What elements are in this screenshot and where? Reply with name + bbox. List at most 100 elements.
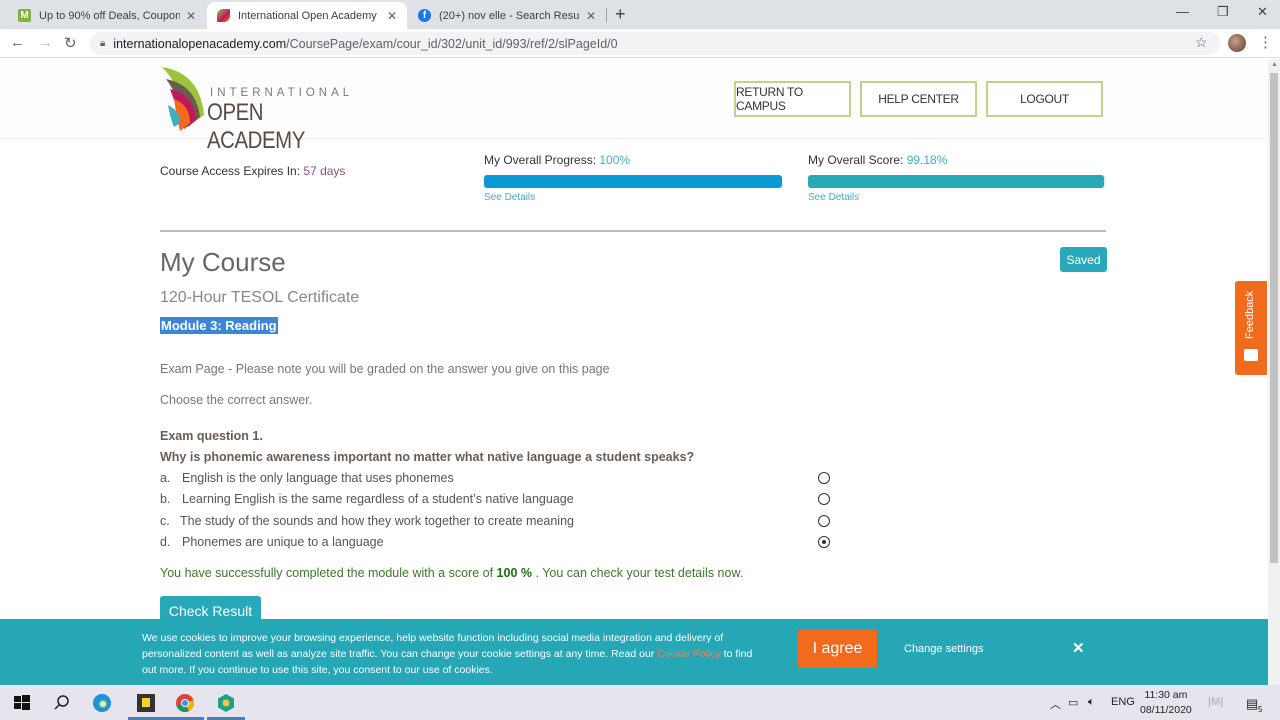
language-indicator[interactable]: ENG: [1111, 696, 1135, 708]
ioa-icon: [217, 9, 230, 22]
certificate-title: 120-Hour TESOL Certificate: [160, 289, 360, 306]
taskbar-clock[interactable]: 11:30 am 08/11/2020: [1140, 688, 1192, 718]
option-text: English is the only language that uses p…: [182, 471, 454, 485]
answer-option-b[interactable]: b. Learning English is the same regardle…: [160, 492, 574, 506]
success-message: You have successfully completed the modu…: [160, 566, 743, 580]
volume-icon[interactable]: 🔈︎: [1088, 696, 1095, 709]
cookie-text-before: We use cookies to improve your browsing …: [142, 632, 724, 660]
option-letter: d.: [160, 535, 171, 549]
tab-facebook[interactable]: f (20+) nov elle - Search Results | ✕: [408, 2, 606, 29]
score-value: 99.18%: [906, 153, 948, 167]
radio-option-d[interactable]: [818, 536, 830, 548]
radio-option-b[interactable]: [818, 493, 830, 505]
overall-progress: My Overall Progress: 100%: [484, 153, 630, 167]
app-tray-m-icon[interactable]: |M|: [1208, 696, 1223, 708]
windows-start-icon[interactable]: [12, 693, 32, 713]
address-toolbar: ← → ↻ 🔒︎ internationalopenacademy.com/Co…: [0, 29, 1280, 58]
module-title: Module 3: Reading: [160, 317, 278, 334]
tray-chevron-up-icon[interactable]: ︿: [1050, 696, 1061, 712]
score-label: My Overall Score:: [808, 153, 904, 167]
maximize-button[interactable]: ❐: [1217, 4, 1229, 20]
return-to-campus-button[interactable]: RETURN TO CAMPUS: [734, 81, 851, 117]
feedback-tab[interactable]: Feedback: [1235, 281, 1267, 375]
notification-count: 5: [1258, 705, 1263, 714]
cookie-close-icon[interactable]: ✕: [1072, 639, 1085, 657]
tab-title: (20+) nov elle - Search Results |: [439, 9, 580, 22]
progress-see-details-link[interactable]: See Details: [484, 192, 535, 203]
option-text: Learning English is the same regardless …: [182, 492, 574, 506]
search-icon[interactable]: [52, 693, 72, 713]
close-window-button[interactable]: ✕: [1257, 4, 1268, 20]
tab-title: Up to 90% off Deals, Coupons &: [39, 9, 180, 22]
reload-button[interactable]: ↻: [64, 34, 77, 52]
section-divider: [160, 230, 1106, 232]
sticky-notes-icon[interactable]: [136, 693, 156, 713]
radio-option-a[interactable]: [818, 472, 830, 484]
score-bar: [808, 175, 1106, 188]
close-tab-icon[interactable]: ✕: [586, 9, 596, 23]
answer-option-c[interactable]: c. The study of the sounds and how they …: [160, 514, 574, 528]
menu-kebab-icon[interactable]: ⋮: [1258, 33, 1273, 51]
facebook-icon: f: [418, 9, 431, 22]
url-host: internationalopenacademy.com: [113, 36, 287, 51]
expiry-value: 57 days: [303, 164, 346, 178]
overall-score: My Overall Score: 99.18%: [808, 153, 947, 167]
i-agree-button[interactable]: I agree: [798, 630, 877, 668]
logo[interactable]: INTERNATIONAL OPEN ACADEMY: [160, 65, 360, 154]
battery-icon[interactable]: ▭: [1068, 696, 1078, 709]
feedback-label: Feedback: [1244, 290, 1256, 339]
option-letter: c.: [160, 514, 170, 528]
option-text: The study of the sounds and how they wor…: [180, 514, 574, 528]
question-number: Exam question 1.: [160, 429, 263, 443]
back-button[interactable]: ←: [10, 34, 25, 51]
chrome-icon[interactable]: [175, 693, 195, 713]
answer-option-a[interactable]: a. English is the only language that use…: [160, 471, 454, 485]
logo-text-bottom: OPEN ACADEMY: [207, 99, 305, 154]
cookie-policy-link[interactable]: Cookie Policy: [657, 648, 721, 660]
logout-button[interactable]: LOGOUT: [986, 81, 1103, 117]
profile-avatar[interactable]: [1228, 34, 1246, 52]
course-expiry: Course Access Expires In: 57 days: [160, 164, 345, 178]
option-letter: a.: [160, 471, 171, 485]
app-hexagon-icon[interactable]: [216, 693, 236, 713]
tab-deals[interactable]: M Up to 90% off Deals, Coupons & ✕: [8, 2, 206, 29]
minimize-button[interactable]: —: [1176, 4, 1189, 19]
edge-browser-icon[interactable]: [92, 693, 112, 713]
page-scrollbar[interactable]: ▲: [1268, 59, 1280, 685]
close-tab-icon[interactable]: ✕: [186, 9, 196, 23]
m-icon: M: [18, 9, 31, 22]
page-title: My Course: [160, 247, 286, 277]
progress-value: 100%: [599, 153, 631, 167]
change-settings-link[interactable]: Change settings: [904, 643, 984, 655]
page-content: INTERNATIONAL OPEN ACADEMY RETURN TO CAM…: [0, 59, 1268, 685]
exam-note: Exam Page - Please note you will be grad…: [160, 362, 610, 376]
close-tab-icon[interactable]: ✕: [387, 9, 397, 23]
success-score: 100 %: [496, 566, 532, 580]
progress-label: My Overall Progress:: [484, 153, 597, 167]
forward-button[interactable]: →: [38, 34, 53, 51]
answer-option-d[interactable]: d. Phonemes are unique to a language: [160, 535, 384, 549]
notifications-icon[interactable]: ▤: [1246, 696, 1258, 712]
expiry-label: Course Access Expires In:: [160, 164, 301, 178]
scrollbar-thumb[interactable]: [1270, 73, 1278, 563]
scroll-up-arrow-icon[interactable]: ▲: [1271, 61, 1278, 68]
browser-tab-bar: M Up to 90% off Deals, Coupons & ✕ Inter…: [0, 0, 1280, 29]
new-tab-button[interactable]: +: [615, 4, 626, 25]
url-bar[interactable]: 🔒︎ internationalopenacademy.com/CoursePa…: [90, 32, 1220, 55]
help-center-button[interactable]: HELP CENTER: [860, 81, 977, 117]
clock-date: 08/11/2020: [1140, 704, 1192, 716]
radio-option-c[interactable]: [818, 515, 830, 527]
instruction-text: Choose the correct answer.: [160, 393, 313, 407]
url-path: /CoursePage/exam/cour_id/302/unit_id/993…: [286, 36, 618, 51]
score-see-details-link[interactable]: See Details: [808, 192, 859, 203]
saved-badge: Saved: [1060, 247, 1107, 272]
score-bar-fill: [808, 175, 1104, 188]
option-text: Phonemes are unique to a language: [182, 535, 384, 549]
cookie-banner: We use cookies to improve your browsing …: [0, 619, 1268, 685]
feedback-face-icon: [1244, 349, 1258, 361]
success-suffix: . You can check your test details now.: [535, 566, 744, 580]
lock-icon: 🔒︎: [100, 38, 106, 49]
bookmark-star-icon[interactable]: ☆: [1195, 34, 1208, 51]
tab-international-open-academy[interactable]: International Open Academy ✕: [207, 2, 407, 29]
success-prefix: You have successfully completed the modu…: [160, 566, 494, 580]
